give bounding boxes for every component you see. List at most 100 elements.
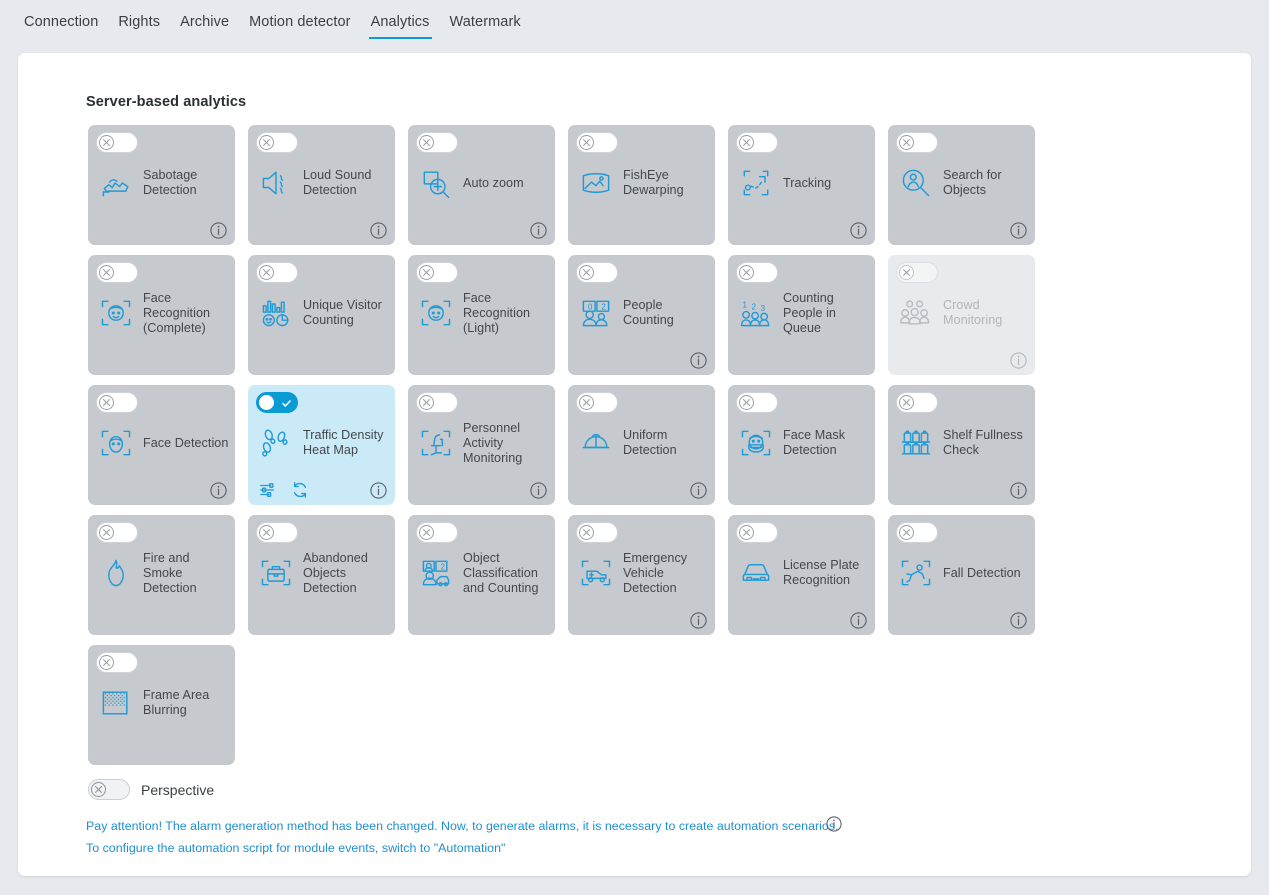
toggle-object-classification-and-counting[interactable] — [416, 522, 458, 543]
tab-motion-detector[interactable]: Motion detector — [239, 14, 360, 39]
analytics-card-unique-visitor-counting[interactable]: Unique Visitor Counting — [248, 255, 395, 375]
card-label: License Plate Recognition — [783, 558, 860, 587]
toggle-abandoned-objects-detection[interactable] — [256, 522, 298, 543]
toggle-knob — [419, 525, 434, 540]
info-icon[interactable] — [530, 222, 547, 239]
info-icon[interactable] — [690, 352, 707, 369]
info-icon[interactable] — [370, 222, 387, 239]
toggle-frame-area-blurring[interactable] — [96, 652, 138, 673]
toggle-fire-and-smoke-detection[interactable] — [96, 522, 138, 543]
card-label: Counting People in Queue — [783, 290, 836, 335]
analytics-card-people-counting[interactable]: 0 2 People Counting — [568, 255, 715, 375]
toggle-fall-detection[interactable] — [896, 522, 938, 543]
info-icon[interactable] — [530, 482, 547, 499]
analytics-card-personnel-activity-monitoring[interactable]: Personnel Activity Monitoring — [408, 385, 555, 505]
tab-rights[interactable]: Rights — [108, 14, 170, 39]
analytics-card-face-mask-detection[interactable]: Face Mask Detection — [728, 385, 875, 505]
analytics-card-traffic-density-heat-map[interactable]: Traffic Density Heat Map — [248, 385, 395, 505]
settings-sliders-icon[interactable] — [259, 481, 277, 499]
close-icon — [743, 139, 750, 146]
toggle-sabotage-detection[interactable] — [96, 132, 138, 153]
fisheye-dewarping-icon — [577, 163, 615, 203]
info-icon[interactable] — [850, 612, 867, 629]
info-icon[interactable] — [210, 482, 227, 499]
card-body: 1 2 3 Counting People in Queue — [737, 289, 869, 337]
close-icon — [583, 399, 590, 406]
tab-watermark[interactable]: Watermark — [440, 14, 531, 39]
analytics-panel: Server-based analytics Sabotage Detectio… — [18, 53, 1251, 876]
toggle-auto-zoom[interactable] — [416, 132, 458, 153]
check-badge — [278, 395, 295, 412]
toggle-tracking[interactable] — [736, 132, 778, 153]
info-icon[interactable] — [1010, 482, 1027, 499]
refresh-icon[interactable] — [291, 481, 309, 499]
analytics-card-fall-detection[interactable]: Fall Detection — [888, 515, 1035, 635]
close-icon — [263, 269, 270, 276]
info-icon[interactable] — [826, 816, 842, 832]
info-icon[interactable] — [1010, 612, 1027, 629]
card-body: Shelf Fullness Check — [897, 419, 1029, 467]
toggle-traffic-density-heat-map[interactable] — [256, 392, 298, 413]
card-label: Abandoned Objects Detection — [303, 550, 368, 595]
info-icon[interactable] — [210, 222, 227, 239]
toggle-knob — [91, 782, 106, 797]
toggle-shelf-fullness-check[interactable] — [896, 392, 938, 413]
analytics-card-sabotage-detection[interactable]: Sabotage Detection — [88, 125, 235, 245]
analytics-card-search-for-objects[interactable]: Search for Objects — [888, 125, 1035, 245]
toggle-loud-sound-detection[interactable] — [256, 132, 298, 153]
toggle-emergency-vehicle-detection[interactable] — [576, 522, 618, 543]
toggle-knob — [579, 135, 594, 150]
toggle-counting-people-in-queue[interactable] — [736, 262, 778, 283]
card-body: Search for Objects — [897, 159, 1029, 207]
toggle-face-detection[interactable] — [96, 392, 138, 413]
close-icon — [583, 269, 590, 276]
toggle-face-recognition-light[interactable] — [416, 262, 458, 283]
analytics-card-fire-and-smoke-detection[interactable]: Fire and Smoke Detection — [88, 515, 235, 635]
face-mask-icon — [737, 423, 775, 463]
analytics-card-fisheye-dewarping[interactable]: FishEye Dewarping — [568, 125, 715, 245]
toggle-fisheye-dewarping[interactable] — [576, 132, 618, 153]
toggle-personnel-activity-monitoring[interactable] — [416, 392, 458, 413]
card-label: Object Classification and Counting — [463, 550, 539, 595]
toggle-license-plate-recognition[interactable] — [736, 522, 778, 543]
analytics-card-tracking[interactable]: Tracking — [728, 125, 875, 245]
analytics-card-crowd-monitoring[interactable]: Crowd Monitoring — [888, 255, 1035, 375]
info-icon[interactable] — [850, 222, 867, 239]
toggle-face-mask-detection[interactable] — [736, 392, 778, 413]
toggle-people-counting[interactable] — [576, 262, 618, 283]
notice-line-2: To configure the automation script for m… — [86, 841, 506, 855]
notice-line-1: Pay attention! The alarm generation meth… — [86, 819, 839, 833]
analytics-card-face-recognition-complete[interactable]: Face Recognition (Complete) — [88, 255, 235, 375]
perspective-label: Perspective — [141, 781, 215, 798]
analytics-card-loud-sound-detection[interactable]: Loud Sound Detection — [248, 125, 395, 245]
analytics-card-counting-people-in-queue[interactable]: 1 2 3 Counting People in Queue — [728, 255, 875, 375]
analytics-card-auto-zoom[interactable]: Auto zoom — [408, 125, 555, 245]
analytics-card-license-plate-recognition[interactable]: License Plate Recognition — [728, 515, 875, 635]
toggle-face-recognition-complete[interactable] — [96, 262, 138, 283]
tab-analytics[interactable]: Analytics — [361, 14, 440, 39]
toggle-uniform-detection[interactable] — [576, 392, 618, 413]
toggle-unique-visitor-counting[interactable] — [256, 262, 298, 283]
analytics-card-frame-area-blurring[interactable]: Frame Area Blurring — [88, 645, 235, 765]
svg-text:1: 1 — [743, 301, 748, 310]
analytics-card-object-classification-and-counting[interactable]: 2 Object Classification and Counting — [408, 515, 555, 635]
info-icon[interactable] — [690, 482, 707, 499]
info-icon[interactable] — [1010, 352, 1027, 369]
analytics-card-face-detection[interactable]: Face Detection — [88, 385, 235, 505]
info-icon[interactable] — [690, 612, 707, 629]
analytics-card-uniform-detection[interactable]: Uniform Detection — [568, 385, 715, 505]
info-icon[interactable] — [1010, 222, 1027, 239]
tab-archive[interactable]: Archive — [170, 14, 239, 39]
page-title: Server-based analytics — [86, 94, 247, 110]
tab-connection[interactable]: Connection — [14, 14, 108, 39]
analytics-card-face-recognition-light[interactable]: Face Recognition (Light) — [408, 255, 555, 375]
toggle-knob — [739, 525, 754, 540]
card-body: Uniform Detection — [577, 419, 709, 467]
toggle-search-for-objects[interactable] — [896, 132, 938, 153]
toggle-crowd-monitoring[interactable] — [896, 262, 938, 283]
analytics-card-abandoned-objects-detection[interactable]: Abandoned Objects Detection — [248, 515, 395, 635]
analytics-card-shelf-fullness-check[interactable]: Shelf Fullness Check — [888, 385, 1035, 505]
perspective-toggle[interactable] — [88, 779, 130, 800]
analytics-card-emergency-vehicle-detection[interactable]: Emergency Vehicle Detection — [568, 515, 715, 635]
info-icon[interactable] — [370, 482, 387, 499]
